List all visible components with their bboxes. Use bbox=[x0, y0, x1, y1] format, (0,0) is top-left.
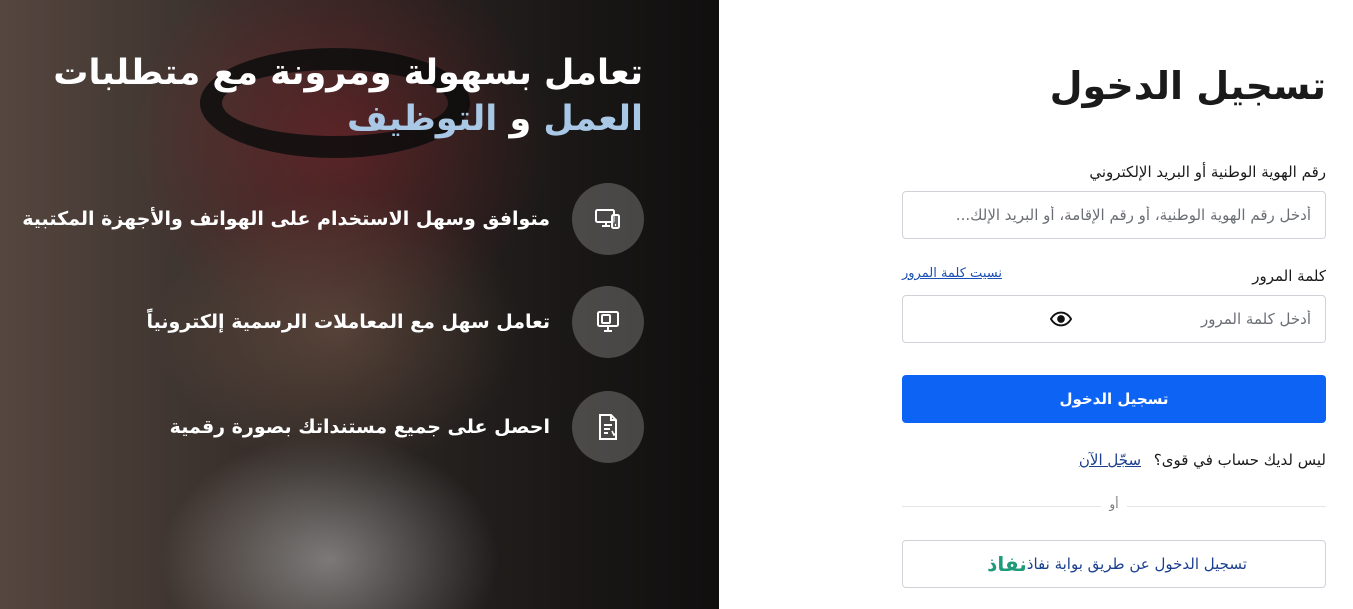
hero-title: تعامل بسهولة ومرونة مع متطلبات العمل و ا… bbox=[3, 50, 643, 142]
or-label: أو bbox=[1101, 497, 1127, 511]
forgot-password-link[interactable]: نسيت كلمة المرور bbox=[902, 266, 1002, 281]
hero-title-accent-employment: التوظيف bbox=[346, 99, 498, 139]
devices-icon bbox=[595, 209, 620, 229]
password-input[interactable] bbox=[902, 295, 1326, 343]
hero-title-line2: العمل و التوظيف bbox=[3, 96, 643, 142]
login-submit-button[interactable]: تسجيل الدخول bbox=[902, 375, 1326, 423]
id-field-label: رقم الهوية الوطنية أو البريد الإلكتروني bbox=[1089, 163, 1326, 181]
feature-text: متوافق وسهل الاستخدام على الهواتف والأجه… bbox=[22, 208, 550, 230]
desktop-icon bbox=[597, 311, 619, 332]
nafath-login-button[interactable]: تسجيل الدخول عن طريق بوابة نفاذ نفاذ bbox=[902, 540, 1326, 588]
feature-item-document: احصل على جميع مستنداتك بصورة رقمية bbox=[4, 391, 644, 463]
feature-icon-circle bbox=[572, 391, 644, 463]
nafath-button-label: تسجيل الدخول عن طريق بوابة نفاذ bbox=[1026, 555, 1247, 573]
feature-text: احصل على جميع مستنداتك بصورة رقمية bbox=[169, 416, 550, 438]
signup-prompt: ليس لديك حساب في قوى؟ سجّل الآن bbox=[1079, 451, 1326, 469]
password-field-label: كلمة المرور bbox=[1252, 267, 1326, 285]
register-now-link[interactable]: سجّل الآن bbox=[1079, 451, 1141, 469]
nafath-logo: نفاذ bbox=[987, 552, 1027, 576]
hero-title-accent-work: العمل bbox=[543, 99, 643, 139]
show-password-eye-icon[interactable] bbox=[1050, 310, 1072, 328]
hero-title-joiner: و bbox=[509, 99, 532, 139]
login-panel: تسجيل الدخول رقم الهوية الوطنية أو البري… bbox=[719, 0, 1353, 609]
feature-item-desktop: تعامل سهل مع المعاملات الرسمية إلكترونيا… bbox=[4, 286, 644, 358]
no-account-text: ليس لديك حساب في قوى؟ bbox=[1153, 451, 1326, 469]
document-icon bbox=[599, 414, 617, 440]
feature-item-devices: متوافق وسهل الاستخدام على الهواتف والأجه… bbox=[4, 183, 644, 255]
feature-icon-circle bbox=[572, 286, 644, 358]
feature-text: تعامل سهل مع المعاملات الرسمية إلكترونيا… bbox=[146, 311, 550, 333]
page-title: تسجيل الدخول bbox=[1049, 64, 1326, 108]
id-email-input[interactable] bbox=[902, 191, 1326, 239]
feature-icon-circle bbox=[572, 183, 644, 255]
hero-title-line1: تعامل بسهولة ومرونة مع متطلبات bbox=[53, 53, 643, 93]
hero-panel: تعامل بسهولة ومرونة مع متطلبات العمل و ا… bbox=[0, 0, 719, 609]
